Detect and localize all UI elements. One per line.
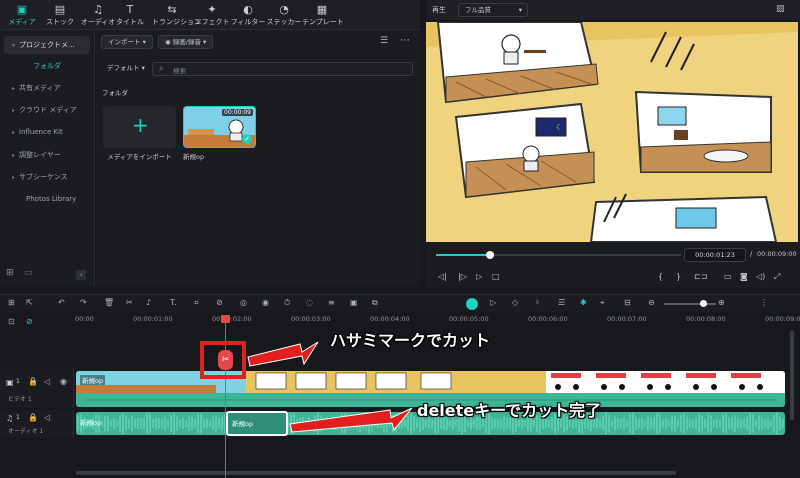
highlight-box <box>200 341 246 379</box>
arrow-to-scissors <box>247 341 319 367</box>
annotation-delete-text: deleteキーでカット完了 <box>417 401 602 420</box>
annotation-scissors-text: ハサミマークでカット <box>330 331 491 350</box>
arrow-to-deleted-clip <box>289 407 413 433</box>
annotation-overlay <box>200 341 413 433</box>
